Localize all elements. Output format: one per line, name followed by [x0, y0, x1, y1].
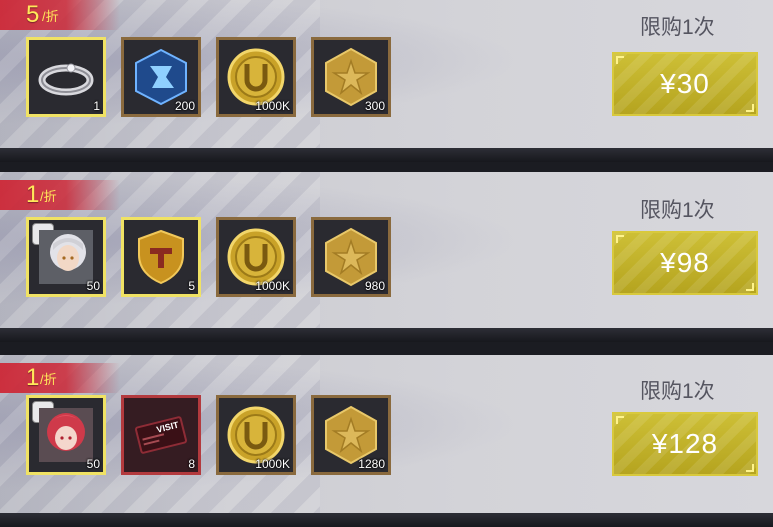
item-slot[interactable]: 200 [121, 37, 201, 117]
item-slot[interactable]: 5 [121, 217, 201, 297]
item-slot[interactable]: 50 [26, 217, 106, 297]
discount-tag: 1 /折 [0, 363, 120, 393]
ring-icon [38, 63, 94, 96]
item-count: 1000K [255, 99, 290, 113]
discount-tag: 1 /折 [0, 180, 120, 210]
item-slot[interactable]: VISIT 8 [121, 395, 201, 475]
item-count: 300 [364, 99, 385, 113]
discount-value: 5 [26, 1, 40, 28]
visit-ticket-icon: VISIT [134, 416, 188, 454]
item-count: 1000K [255, 279, 290, 293]
offer-panel-2: 1 /折 50 5 1000K 980 限购1次 ¥98 [0, 172, 773, 342]
item-count: 5 [188, 279, 195, 293]
item-slot[interactable]: 980 [311, 217, 391, 297]
offer-panel-3: 1 /折 50 VISIT 8 1000K 1280 限购1次 ¥128 [0, 355, 773, 527]
purchase-limit-label: 限购1次 [640, 199, 715, 222]
item-count: 50 [86, 279, 100, 293]
discount-unit: /折 [40, 372, 57, 387]
discount-unit: /折 [42, 9, 59, 24]
item-count: 1280 [358, 457, 385, 471]
purchase-limit-label: 限购1次 [640, 380, 715, 403]
item-slot[interactable]: 1000K [216, 395, 296, 475]
item-count: 1000K [255, 457, 290, 471]
item-count: 8 [188, 457, 195, 471]
item-count: 200 [174, 99, 195, 113]
buy-button[interactable]: ¥30 [612, 52, 758, 116]
item-slot[interactable]: 1280 [311, 395, 391, 475]
item-slot[interactable]: 1 [26, 37, 106, 117]
discount-value: 1 [26, 364, 40, 391]
item-slot[interactable]: 300 [311, 37, 391, 117]
item-slot[interactable]: 50 [26, 395, 106, 475]
discount-tag: 5 /折 [0, 0, 120, 30]
item-slot[interactable]: 1000K [216, 37, 296, 117]
discount-value: 1 [26, 181, 40, 208]
buy-button[interactable]: ¥98 [612, 231, 758, 295]
purchase-limit-label: 限购1次 [640, 16, 715, 39]
discount-unit: /折 [40, 189, 57, 204]
item-count: 1 [93, 99, 100, 113]
item-count: 50 [86, 457, 100, 471]
item-slot[interactable]: 1000K [216, 217, 296, 297]
item-count: 980 [364, 279, 385, 293]
gold-shield-icon [138, 229, 184, 285]
buy-button[interactable]: ¥128 [612, 412, 758, 476]
offer-panel-1: 5 /折 1 200 1000K 300 限购1次 ¥30 [0, 0, 773, 162]
